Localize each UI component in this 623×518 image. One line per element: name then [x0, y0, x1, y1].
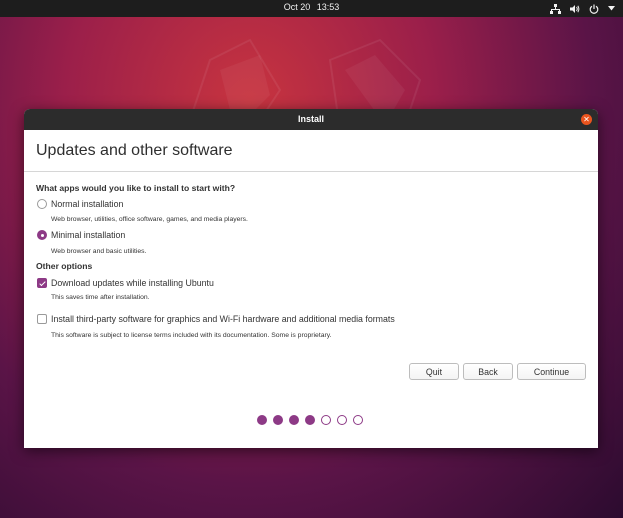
normal-installation-option[interactable]: Normal installation [37, 199, 123, 209]
power-icon[interactable] [589, 4, 599, 14]
installer-window: Install ✕ Updates and other software Wha… [24, 109, 598, 448]
system-tray[interactable] [550, 1, 615, 16]
progress-dot [257, 415, 267, 425]
clock-time: 13:53 [316, 2, 340, 12]
third-party-software-label[interactable]: Install third-party software for graphic… [51, 314, 395, 324]
minimal-installation-radio[interactable] [37, 230, 47, 240]
progress-dot [337, 415, 347, 425]
continue-button[interactable]: Continue [517, 363, 586, 380]
top-bar: Oct 20 13:53 [0, 0, 623, 17]
other-options-title: Other options [36, 261, 93, 271]
quit-button[interactable]: Quit [409, 363, 459, 380]
minimal-installation-description: Web browser and basic utilities. [51, 248, 147, 255]
clock-date: Oct 20 [283, 2, 311, 12]
progress-dot [321, 415, 331, 425]
page-title: Updates and other software [24, 130, 598, 172]
download-updates-label[interactable]: Download updates while installing Ubuntu [51, 278, 214, 288]
volume-icon[interactable] [570, 4, 580, 14]
desktop: Oct 20 13:53 Install ✕ Updates and other… [0, 0, 623, 518]
back-button[interactable]: Back [463, 363, 513, 380]
minimal-installation-label[interactable]: Minimal installation [51, 230, 125, 240]
close-icon[interactable]: ✕ [581, 114, 592, 125]
network-icon[interactable] [550, 3, 561, 14]
progress-indicator [257, 415, 363, 425]
third-party-software-option[interactable]: Install third-party software for graphic… [37, 314, 395, 324]
window-titlebar[interactable]: Install ✕ [24, 109, 598, 130]
third-party-software-checkbox[interactable] [37, 314, 47, 324]
progress-dot [305, 415, 315, 425]
download-updates-description: This saves time after installation. [51, 294, 150, 301]
progress-dot [289, 415, 299, 425]
minimal-installation-option[interactable]: Minimal installation [37, 230, 125, 240]
menu-arrow-icon[interactable] [608, 6, 615, 11]
progress-dot [273, 415, 283, 425]
normal-installation-radio[interactable] [37, 199, 47, 209]
download-updates-option[interactable]: Download updates while installing Ubuntu [37, 278, 214, 288]
normal-installation-label[interactable]: Normal installation [51, 199, 123, 209]
clock[interactable]: Oct 20 13:53 [0, 2, 623, 12]
download-updates-checkbox[interactable] [37, 278, 47, 288]
normal-installation-description: Web browser, utilities, office software,… [51, 216, 248, 223]
install-question: What apps would you like to install to s… [36, 183, 236, 193]
window-title: Install [297, 114, 324, 124]
third-party-software-description: This software is subject to license term… [51, 332, 332, 339]
progress-dot [353, 415, 363, 425]
